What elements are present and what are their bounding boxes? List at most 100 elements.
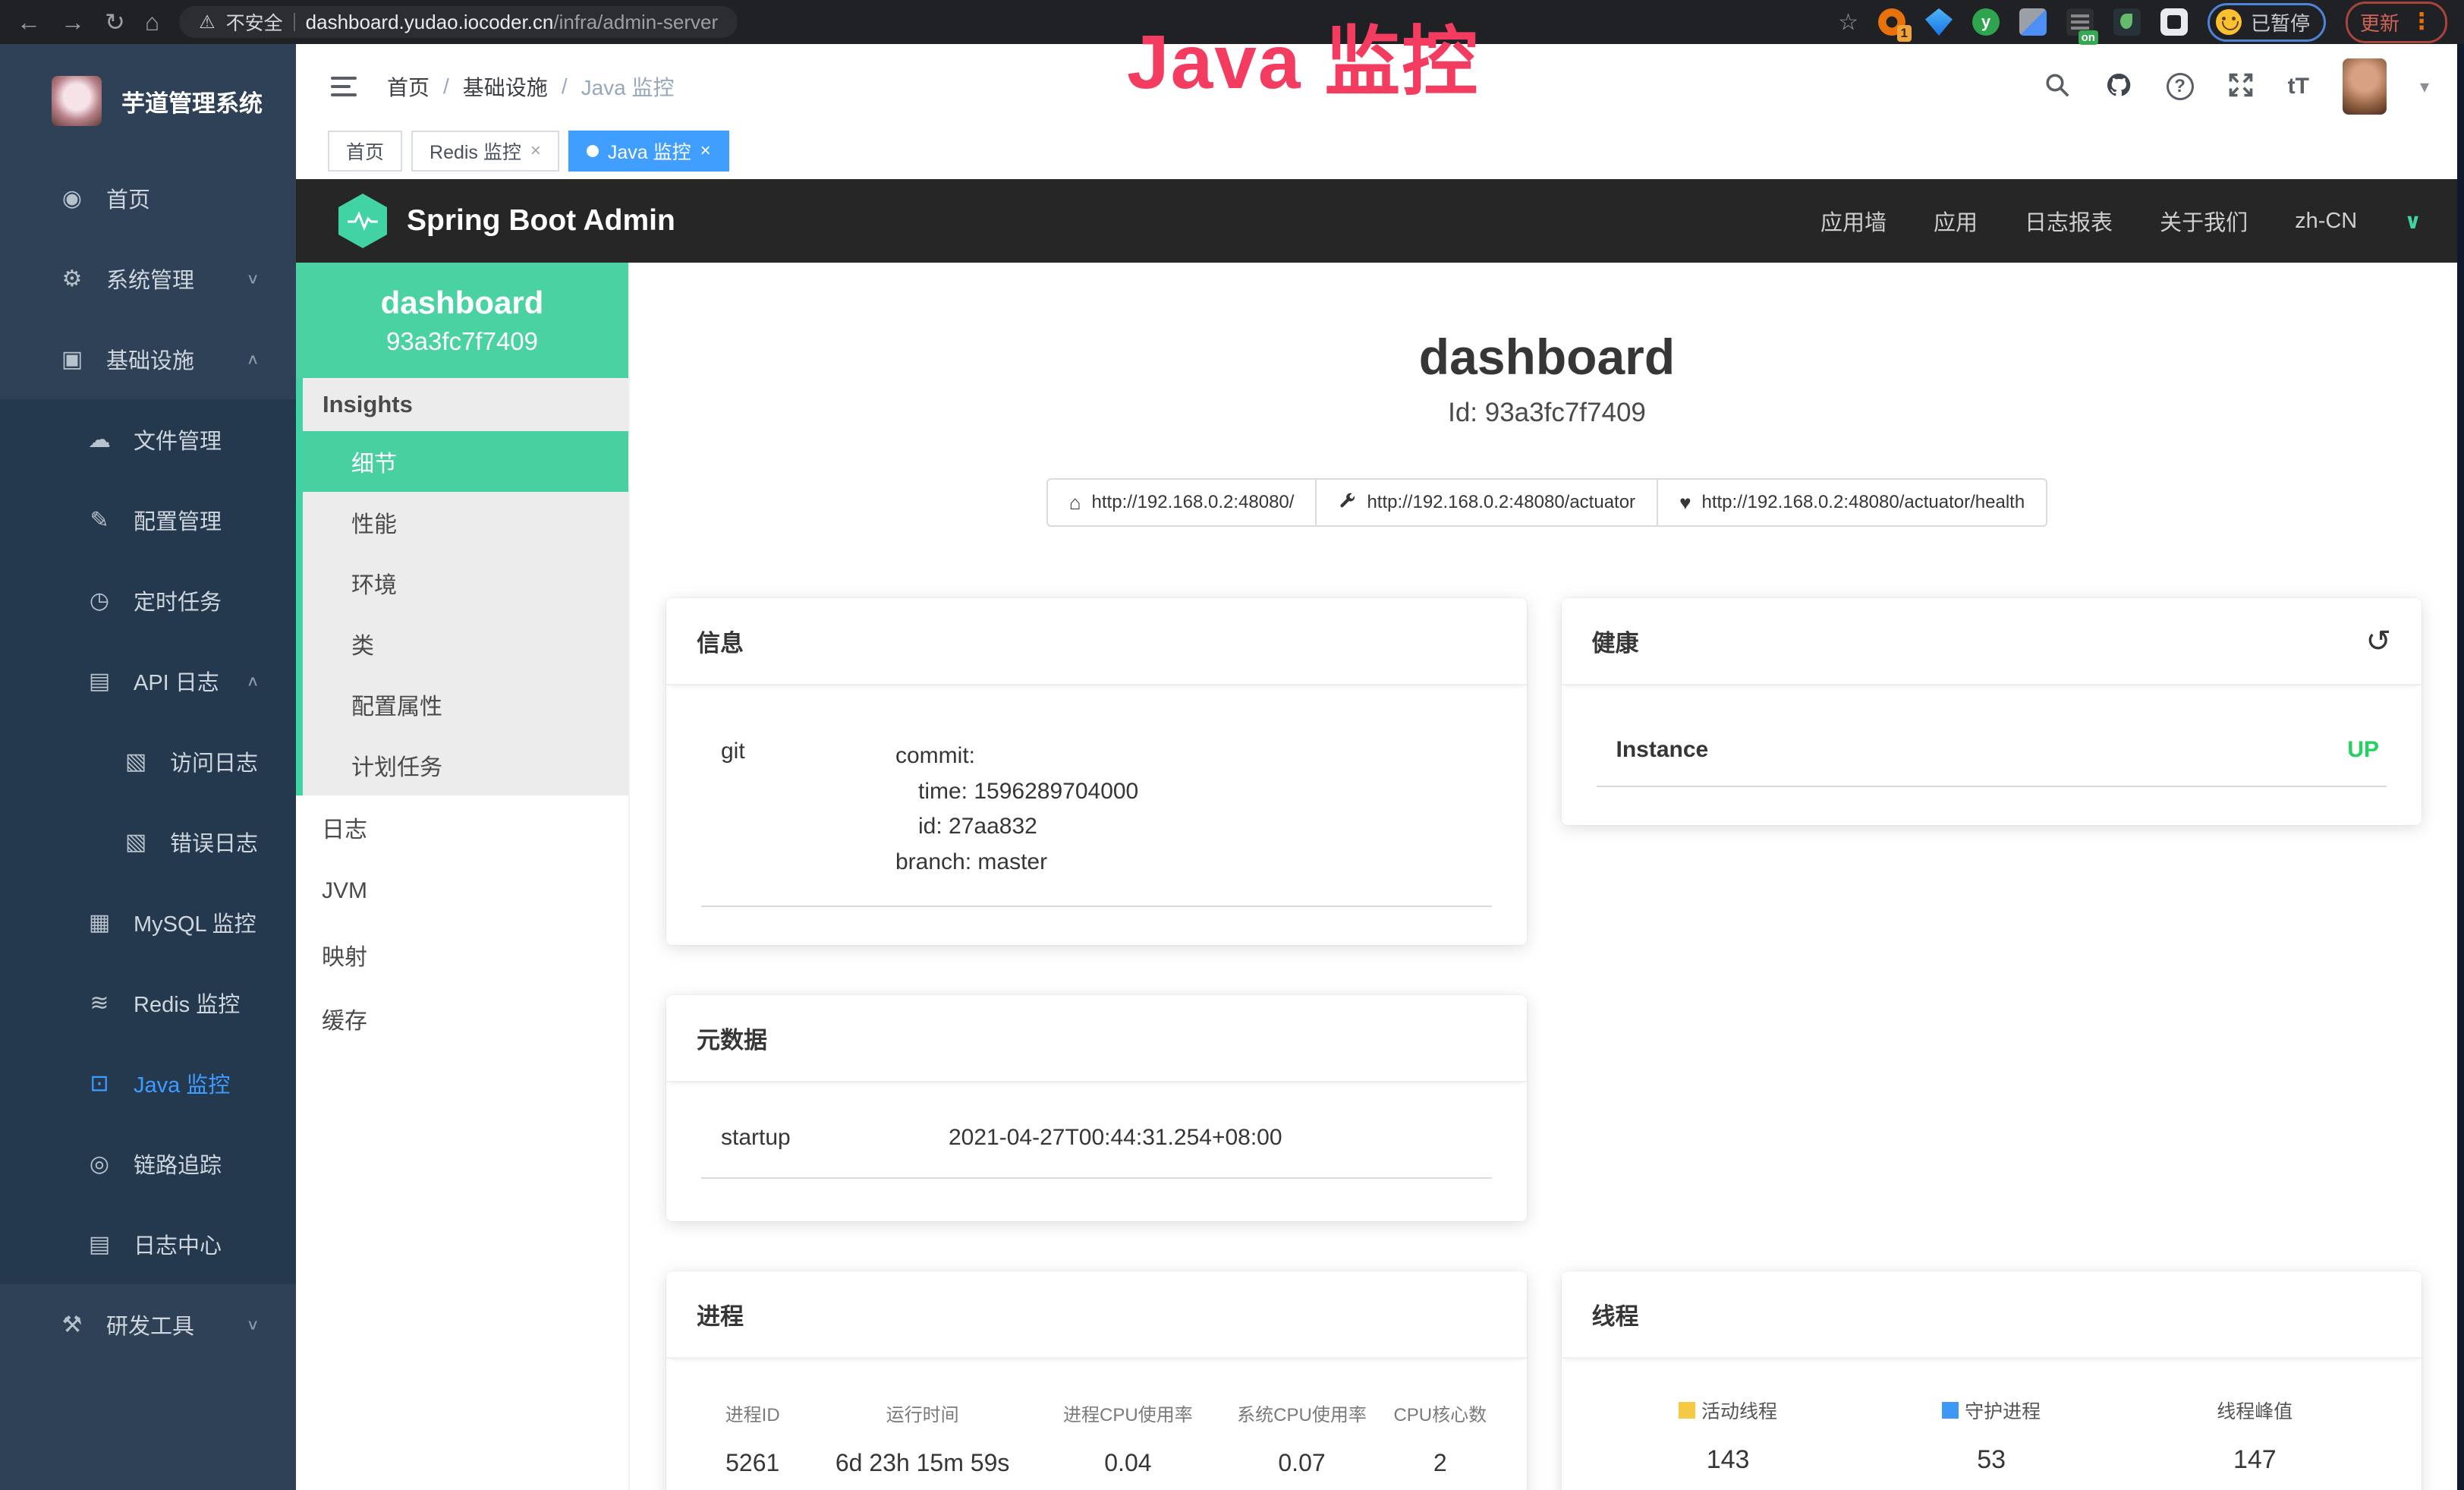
sidebar-item-api-logs[interactable]: ▤ API 日志 ∧: [0, 641, 296, 721]
help-icon[interactable]: ?: [2167, 73, 2194, 100]
sidebar-item-error-logs[interactable]: ▧ 错误日志: [0, 802, 296, 882]
close-icon[interactable]: ×: [530, 140, 541, 162]
close-icon[interactable]: ×: [700, 140, 711, 162]
instance-header[interactable]: dashboard 93a3fc7f7409: [296, 263, 628, 378]
breadcrumb-home[interactable]: 首页: [387, 71, 430, 102]
sidebar-item-label: 日志中心: [134, 1228, 222, 1260]
bookmark-star-icon[interactable]: ☆: [1838, 9, 1858, 36]
sidebar-item-dev-tools[interactable]: ⚒ 研发工具 ∨: [0, 1284, 296, 1365]
sidebar-item-label: 定时任务: [134, 584, 222, 616]
sba-menu-jvm[interactable]: JVM: [296, 859, 628, 923]
actuator-url-button[interactable]: http://192.168.0.2:48080/actuator: [1315, 478, 1658, 527]
chevron-down-icon[interactable]: ∨: [2404, 209, 2422, 234]
process-pid-value: 5261: [701, 1449, 804, 1477]
sidebar-item-label: Redis 监控: [134, 987, 240, 1019]
sba-logo-icon[interactable]: [338, 194, 387, 248]
history-icon[interactable]: ↺: [2365, 628, 2391, 655]
sidebar-item-mysql-monitor[interactable]: ▦ MySQL 监控: [0, 882, 296, 962]
process-table: 进程ID 5261 运行时间 6d 23h 15m 59s 进程CPU使用率 0…: [701, 1400, 1492, 1477]
sba-nav-wallboard[interactable]: 应用墙: [1820, 205, 1887, 237]
page-title: dashboard: [630, 328, 2464, 386]
tab-home[interactable]: 首页: [328, 131, 402, 172]
fullscreen-icon[interactable]: [2227, 71, 2255, 102]
extension-icon-3[interactable]: y: [1972, 8, 2000, 36]
metadata-card-title: 元数据: [697, 1021, 767, 1055]
process-card-title: 进程: [697, 1297, 744, 1331]
service-url-button[interactable]: ⌂ http://192.168.0.2:48080/: [1046, 478, 1317, 527]
sidebar-item-system-mgmt[interactable]: ⚙ 系统管理 ∨: [0, 238, 296, 319]
extensions-puzzle-icon[interactable]: [2160, 8, 2188, 36]
user-avatar[interactable]: [2343, 58, 2387, 115]
sidebar-item-label: 配置管理: [134, 504, 222, 536]
sba-nav-journal[interactable]: 日志报表: [2025, 205, 2113, 237]
sba-nav-about[interactable]: 关于我们: [2160, 205, 2248, 237]
sba-menu-classes[interactable]: 类: [303, 613, 628, 674]
sidebar-item-scheduled-tasks[interactable]: ◷ 定时任务: [0, 560, 296, 641]
sba-locale-select[interactable]: zh-CN: [2295, 209, 2357, 234]
health-card-title: 健康: [1592, 624, 1639, 658]
tab-redis-monitor[interactable]: Redis 监控 ×: [411, 131, 559, 172]
instance-name: dashboard: [381, 285, 544, 321]
hamburger-icon[interactable]: [331, 77, 357, 96]
live-threads-legend-swatch: [1679, 1402, 1695, 1419]
layers-icon: ≋: [83, 990, 115, 1016]
browser-update-button[interactable]: 更新 ⋮: [2346, 2, 2447, 43]
extension-icon-1[interactable]: 1: [1878, 8, 1905, 36]
browser-home-icon[interactable]: ⌂: [145, 10, 159, 34]
browser-forward-icon[interactable]: →: [61, 10, 85, 34]
sba-menu-metrics[interactable]: 性能: [303, 492, 628, 553]
browser-reload-icon[interactable]: ↻: [105, 10, 125, 34]
avatar-caret-down-icon[interactable]: ▾: [2420, 76, 2429, 98]
browser-menu-dots-icon[interactable]: ⋮: [2410, 13, 2433, 31]
sidebar-item-log-center[interactable]: ▤ 日志中心: [0, 1204, 296, 1284]
git-branch-line: branch: master: [895, 845, 1138, 880]
tab-label: 首页: [346, 137, 384, 165]
extension-icon-5[interactable]: on: [2066, 8, 2094, 36]
browser-back-icon[interactable]: ←: [17, 10, 41, 34]
sba-menu-logs[interactable]: 日志: [296, 795, 628, 859]
daemon-threads-legend-swatch: [1942, 1402, 1959, 1419]
address-bar[interactable]: ⚠ 不安全 dashboard.yudao.iocoder.cn/infra/a…: [179, 6, 738, 38]
sidebar-item-redis-monitor[interactable]: ≋ Redis 监控: [0, 962, 296, 1043]
sidebar-item-infrastructure[interactable]: ▣ 基础设施 ∧: [0, 319, 296, 399]
cpu-cores-value: 2: [1389, 1449, 1491, 1477]
live-threads-value: 143: [1597, 1445, 1860, 1475]
process-col-header: 进程CPU使用率: [1041, 1400, 1215, 1426]
paused-label: 已暂停: [2251, 8, 2310, 36]
sba-nav-applications[interactable]: 应用: [1934, 205, 1978, 237]
tab-java-monitor[interactable]: Java 监控 ×: [568, 131, 729, 172]
peak-threads-value: 147: [2123, 1445, 2387, 1475]
health-url-button[interactable]: ♥ http://192.168.0.2:48080/actuator/heal…: [1657, 478, 2047, 527]
sidebar-item-tracing[interactable]: ◎ 链路追踪: [0, 1123, 296, 1204]
sba-menu-scheduled-tasks[interactable]: 计划任务: [303, 735, 628, 795]
sidebar-item-java-monitor[interactable]: ⊡ Java 监控: [0, 1043, 296, 1123]
sidebar-item-access-logs[interactable]: ▧ 访问日志: [0, 721, 296, 802]
sba-menu-details[interactable]: 细节: [303, 431, 628, 492]
page-scrollbar[interactable]: [2457, 44, 2464, 1490]
app-logo-row[interactable]: 芋道管理系统: [0, 44, 296, 158]
edit-icon: ✎: [83, 507, 115, 534]
sidebar-item-label: API 日志: [134, 665, 219, 697]
sba-menu-config-props[interactable]: 配置属性: [303, 674, 628, 735]
page-instance-id: Id: 93a3fc7f7409: [630, 398, 2464, 428]
profile-paused-pill[interactable]: 已暂停: [2208, 3, 2326, 42]
sba-menu-environment[interactable]: 环境: [303, 553, 628, 613]
extension-icon-2[interactable]: [1925, 8, 1953, 36]
chevron-down-icon: ∨: [246, 269, 260, 287]
extension-icon-6[interactable]: [2113, 8, 2141, 36]
sba-brand-title[interactable]: Spring Boot Admin: [407, 204, 675, 238]
actuator-url: http://192.168.0.2:48080/actuator: [1367, 492, 1635, 513]
sidebar-item-label: 错误日志: [170, 826, 258, 858]
github-icon[interactable]: [2104, 71, 2133, 103]
search-icon[interactable]: [2044, 71, 2071, 102]
sba-menu-caches[interactable]: 缓存: [296, 987, 628, 1051]
threads-card: 线程 活动线程 143: [1562, 1271, 2422, 1490]
font-size-icon[interactable]: tT: [2288, 74, 2309, 99]
sidebar-item-home[interactable]: ◉ 首页: [0, 158, 296, 238]
extension-icon-4[interactable]: [2019, 8, 2047, 36]
not-secure-label[interactable]: 不安全: [226, 8, 283, 36]
sba-menu-mappings[interactable]: 映射: [296, 923, 628, 987]
sidebar-item-config-mgmt[interactable]: ✎ 配置管理: [0, 480, 296, 560]
sidebar-item-file-mgmt[interactable]: ☁ 文件管理: [0, 399, 296, 480]
breadcrumb-infrastructure[interactable]: 基础设施: [463, 71, 548, 102]
